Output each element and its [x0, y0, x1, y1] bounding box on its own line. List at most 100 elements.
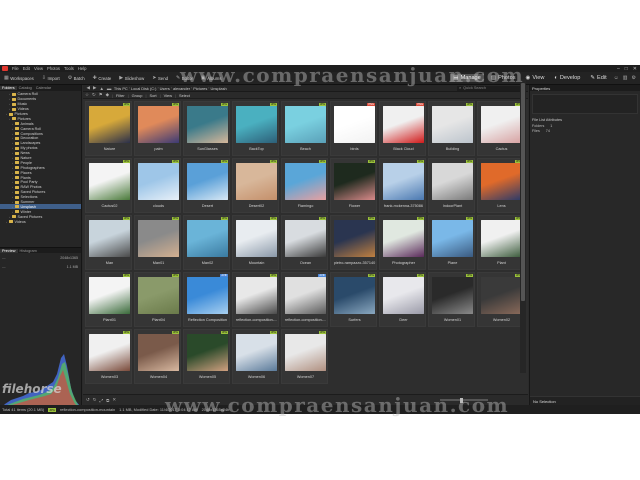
workspaces-button[interactable]: ▦ Workspaces — [0, 75, 38, 81]
thumbnail-item[interactable]: JPG SunGlasses — [183, 101, 230, 156]
thumbnail-item[interactable]: JPG Desert — [183, 158, 230, 213]
thumbnail-item[interactable]: JPG Women03 — [85, 329, 132, 384]
create-button[interactable]: ✚ Create — [89, 75, 116, 81]
group-menu[interactable]: Group — [132, 93, 143, 98]
thumbnail-item[interactable]: JPG Deer — [379, 272, 426, 327]
maximize-icon[interactable]: □ — [625, 66, 628, 72]
thumbnail-image[interactable] — [383, 106, 424, 143]
thumbnail-item[interactable]: JPG Plant — [477, 215, 524, 270]
thumbnail-item[interactable]: PNG birds — [330, 101, 377, 156]
mode-develop-button[interactable]: ◐ Develop — [551, 74, 583, 82]
rotate-left-icon[interactable]: ↺ — [86, 397, 90, 403]
thumbnail-image[interactable] — [138, 220, 179, 257]
thumbnail-image[interactable] — [383, 220, 424, 257]
folder-tree-item[interactable]: › Videos — [0, 219, 81, 224]
tab-calendar[interactable]: Calendar — [34, 86, 53, 90]
thumbnail-item[interactable]: JPG Plane — [428, 215, 475, 270]
thumbnail-image[interactable] — [334, 106, 375, 143]
thumbnail-image[interactable] — [236, 220, 277, 257]
close-icon[interactable]: ✕ — [633, 66, 637, 72]
thumbnail-item[interactable]: JPG Women04 — [134, 329, 181, 384]
thumbnail-image[interactable] — [236, 334, 277, 371]
thumbnail-item[interactable]: JPG Ocean — [281, 215, 328, 270]
sort-menu[interactable]: Sort — [149, 93, 156, 98]
thumbnail-item[interactable]: JPG Cactus — [477, 101, 524, 156]
thumbnail-image[interactable] — [432, 163, 473, 200]
thumbnail-item[interactable]: JPG Man — [85, 215, 132, 270]
thumbnail-image[interactable] — [89, 106, 130, 143]
thumbnail-item[interactable]: JPG pietro-rampazzo-357140 — [330, 215, 377, 270]
tag-icon[interactable]: ◆ — [106, 92, 109, 98]
thumbnail-item[interactable]: JPG BackTop — [232, 101, 279, 156]
thumbnail-image[interactable] — [236, 106, 277, 143]
flag-icon[interactable]: ⚑ — [99, 92, 103, 98]
thumbnail-image[interactable] — [334, 277, 375, 314]
thumbnail-item[interactable]: JPG Surfers — [330, 272, 377, 327]
thumbnail-item[interactable]: JPG Beach — [281, 101, 328, 156]
slideshow-button[interactable]: ▶ Slideshow — [115, 75, 148, 81]
grid-scrollbar[interactable] — [520, 79, 526, 373]
thumbnail-item[interactable]: JPG Lens — [477, 158, 524, 213]
emoji-icon[interactable]: ☺ — [614, 75, 619, 81]
menu-view[interactable]: View — [32, 66, 45, 71]
mode-view-button[interactable]: ◉ View — [523, 74, 548, 82]
thumbnail-item[interactable]: JPG Photographer — [379, 215, 426, 270]
thumbnail-image[interactable] — [481, 277, 522, 314]
thumbnail-image[interactable] — [285, 106, 326, 143]
thumbnail-item[interactable]: JPG reflection-composition-... — [232, 272, 279, 327]
thumbnail-image[interactable] — [383, 163, 424, 200]
menu-file[interactable]: File — [10, 66, 21, 71]
thumbnail-image[interactable] — [89, 163, 130, 200]
menu-help[interactable]: Help — [76, 66, 89, 71]
star-icon[interactable]: ☆ — [85, 92, 89, 98]
thumbnail-image[interactable] — [187, 277, 228, 314]
thumbnail-image[interactable] — [187, 220, 228, 257]
filter-menu[interactable]: Filter — [116, 93, 125, 98]
thumbnail-item[interactable]: JPG Plant04 — [134, 272, 181, 327]
thumbnail-image[interactable] — [138, 277, 179, 314]
thumbnail-item[interactable]: JPG Women05 — [183, 329, 230, 384]
thumbnail-image[interactable] — [138, 106, 179, 143]
thumbnail-image[interactable] — [285, 163, 326, 200]
mode-edit-button[interactable]: ✎ Edit — [587, 74, 609, 82]
thumbnail-item[interactable]: JPG Man01 — [134, 215, 181, 270]
thumbnail-item[interactable]: JPG Cactus02 — [85, 158, 132, 213]
thumbnail-item[interactable]: JPG palm — [134, 101, 181, 156]
breadcrumb-0[interactable]: This PC — [113, 86, 129, 91]
thumbnail-image[interactable] — [138, 163, 179, 200]
thumbnail-image[interactable] — [285, 334, 326, 371]
thumbnail-image[interactable] — [285, 220, 326, 257]
thumbnail-image[interactable] — [481, 163, 522, 200]
thumbnail-image[interactable] — [187, 334, 228, 371]
thumbnail-image[interactable] — [89, 334, 130, 371]
thumbnail-image[interactable] — [89, 220, 130, 257]
import-button[interactable]: ⇩ Import — [38, 75, 64, 81]
thumbnail-item[interactable]: JPG Women07 — [281, 329, 328, 384]
up-icon[interactable]: ▲ — [98, 86, 105, 91]
thumbnail-image[interactable] — [481, 106, 522, 143]
thumbnail-image[interactable] — [187, 106, 228, 143]
thumbnail-item[interactable]: JPG Building — [428, 101, 475, 156]
menu-photos[interactable]: Photos — [45, 66, 62, 71]
menu-tools[interactable]: Tools — [62, 66, 76, 71]
tab-folders[interactable]: Folders — [0, 86, 17, 90]
thumbnail-image[interactable] — [138, 334, 179, 371]
thumbnail-item[interactable]: AVIF reflection-composition-... — [281, 272, 328, 327]
tab-histogram[interactable]: Histogram — [18, 249, 39, 253]
compare-icon[interactable]: ⧉ — [106, 398, 109, 403]
thumbnail-image[interactable] — [334, 163, 375, 200]
thumbnail-item[interactable]: PNG Black Cloud — [379, 101, 426, 156]
thumbnail-item[interactable]: AVIF Reflection Composition — [183, 272, 230, 327]
thumbnail-item[interactable]: JPG Women02 — [477, 272, 524, 327]
breadcrumb-2[interactable]: Users — [159, 86, 171, 91]
thumbnail-item[interactable]: JPG Desert02 — [232, 158, 279, 213]
send-button[interactable]: ➤ Send — [148, 75, 172, 81]
refresh-icon[interactable]: ↻ — [92, 92, 96, 98]
thumbnail-image[interactable] — [432, 277, 473, 314]
thumbnail-image[interactable] — [236, 163, 277, 200]
tab-preview[interactable]: Preview — [0, 248, 18, 253]
thumbnail-image[interactable] — [334, 220, 375, 257]
thumbnail-image[interactable] — [187, 163, 228, 200]
thumbnail-image[interactable] — [432, 220, 473, 257]
fullscreen-icon[interactable]: ⤢ — [100, 398, 104, 403]
